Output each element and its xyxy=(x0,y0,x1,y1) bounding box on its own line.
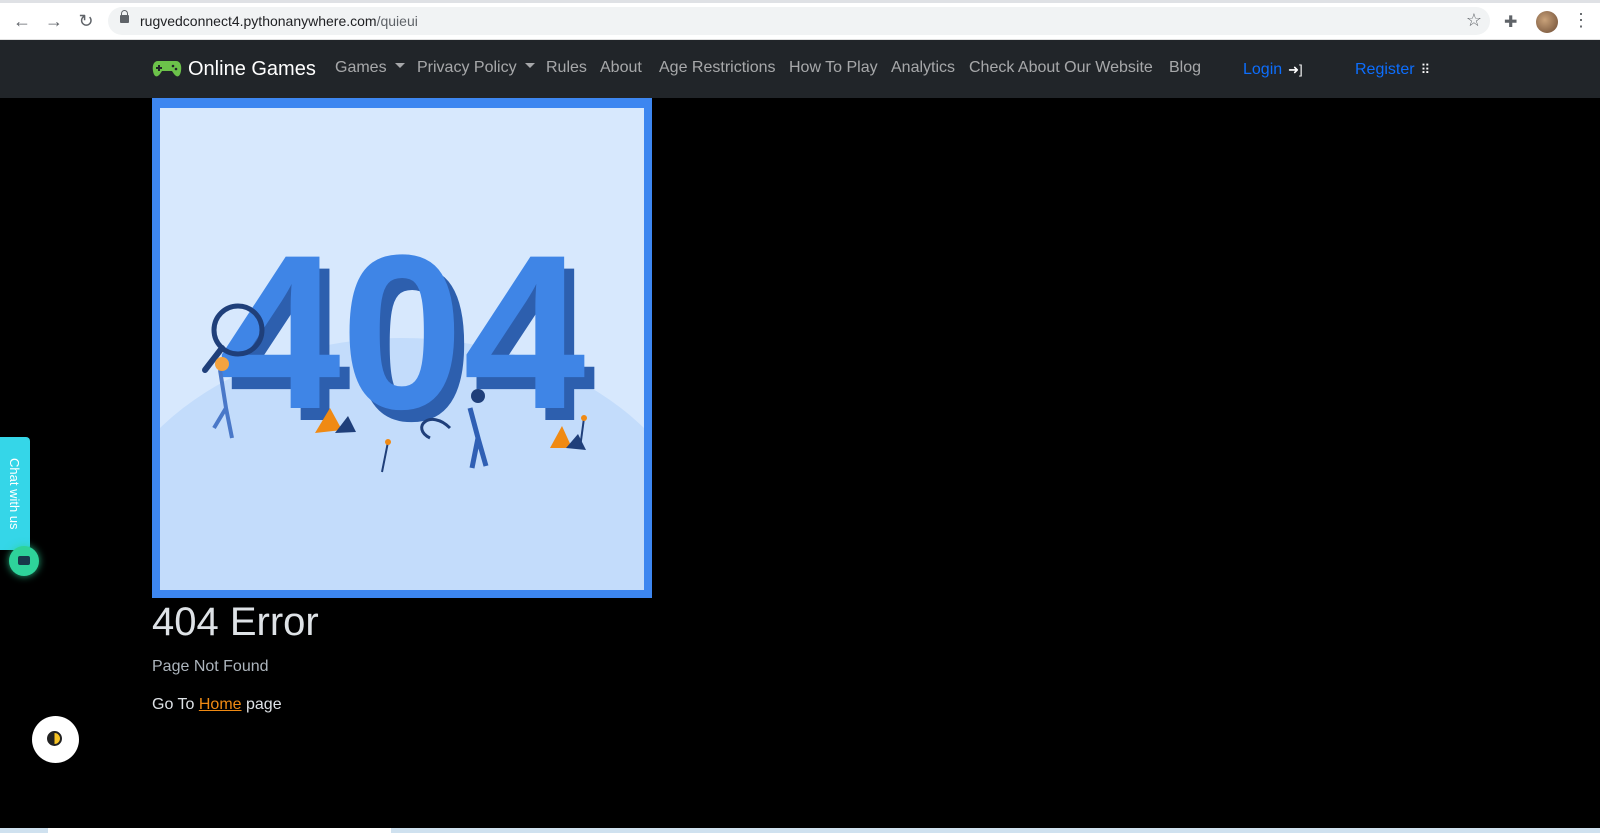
login-link[interactable]: Login ➜] xyxy=(1243,61,1303,79)
gamepad-icon xyxy=(152,61,182,77)
caret-down-icon xyxy=(524,63,535,69)
bottom-scrollbar[interactable] xyxy=(0,828,1600,833)
goto-suffix: page xyxy=(246,696,282,713)
illustration-404: 404 404 xyxy=(160,209,644,590)
nav-games[interactable]: Games xyxy=(335,59,405,77)
nav-check-about-website[interactable]: Check About Our Website xyxy=(969,59,1153,77)
url-host: rugvedconnect4.pythonanywhere.com xyxy=(140,13,377,29)
register-link[interactable]: Register ⠿ xyxy=(1355,61,1430,79)
register-icon: ⠿ xyxy=(1420,62,1431,77)
url-text[interactable]: rugvedconnect4.pythonanywhere.com/quieui xyxy=(140,13,418,29)
404-text: 404 xyxy=(218,209,585,455)
error-illustration: 404 404 xyxy=(160,108,644,590)
error-subtitle: Page Not Found xyxy=(152,658,269,675)
kebab-menu-icon[interactable]: ⋮ xyxy=(1572,10,1590,31)
nav-blog[interactable]: Blog xyxy=(1169,59,1201,77)
theme-toggle-button[interactable] xyxy=(32,716,79,763)
browser-toolbar: ← → ↻ rugvedconnect4.pythonanywhere.com/… xyxy=(0,3,1600,40)
goto-home-line: Go To Home page xyxy=(152,696,282,714)
brand[interactable]: Online Games xyxy=(152,55,316,83)
home-link[interactable]: Home xyxy=(199,696,242,713)
nav-rules[interactable]: Rules xyxy=(546,59,587,77)
caret-down-icon xyxy=(394,63,405,69)
error-title: 404 Error xyxy=(152,600,319,644)
puzzle-icon[interactable]: ✚ xyxy=(1504,12,1517,32)
nav-analytics[interactable]: Analytics xyxy=(891,59,955,77)
nav-privacy-label: Privacy Policy xyxy=(417,59,517,76)
scrollbar-thumb[interactable] xyxy=(48,828,391,833)
chat-label[interactable]: Chat with us xyxy=(7,458,22,530)
brand-name: Online Games xyxy=(188,57,316,80)
star-icon[interactable]: ☆ xyxy=(1466,10,1482,31)
error-illustration-frame: 404 404 xyxy=(152,98,652,598)
login-label: Login xyxy=(1243,61,1283,78)
register-label: Register xyxy=(1355,61,1415,78)
nav-privacy-policy[interactable]: Privacy Policy xyxy=(417,59,535,77)
nav-about[interactable]: About xyxy=(600,59,642,77)
reload-icon[interactable]: ↻ xyxy=(74,9,98,33)
lock-icon xyxy=(120,10,129,23)
nav-games-label: Games xyxy=(335,59,387,76)
chat-bubble-icon[interactable] xyxy=(9,546,39,576)
goto-prefix: Go To xyxy=(152,696,195,713)
address-bar[interactable]: rugvedconnect4.pythonanywhere.com/quieui… xyxy=(108,7,1490,35)
contrast-icon xyxy=(47,731,62,746)
arrow-right-icon[interactable]: → xyxy=(42,9,66,33)
nav-age-restrictions[interactable]: Age Restrictions xyxy=(659,59,776,77)
url-path: /quieui xyxy=(376,13,418,29)
avatar[interactable] xyxy=(1536,11,1558,33)
nav-how-to-play[interactable]: How To Play xyxy=(789,59,878,77)
site-navbar: Online Games Games Privacy Policy Rules … xyxy=(0,40,1600,98)
arrow-left-icon[interactable]: ← xyxy=(10,9,34,33)
sign-in-icon: ➜] xyxy=(1288,62,1303,77)
